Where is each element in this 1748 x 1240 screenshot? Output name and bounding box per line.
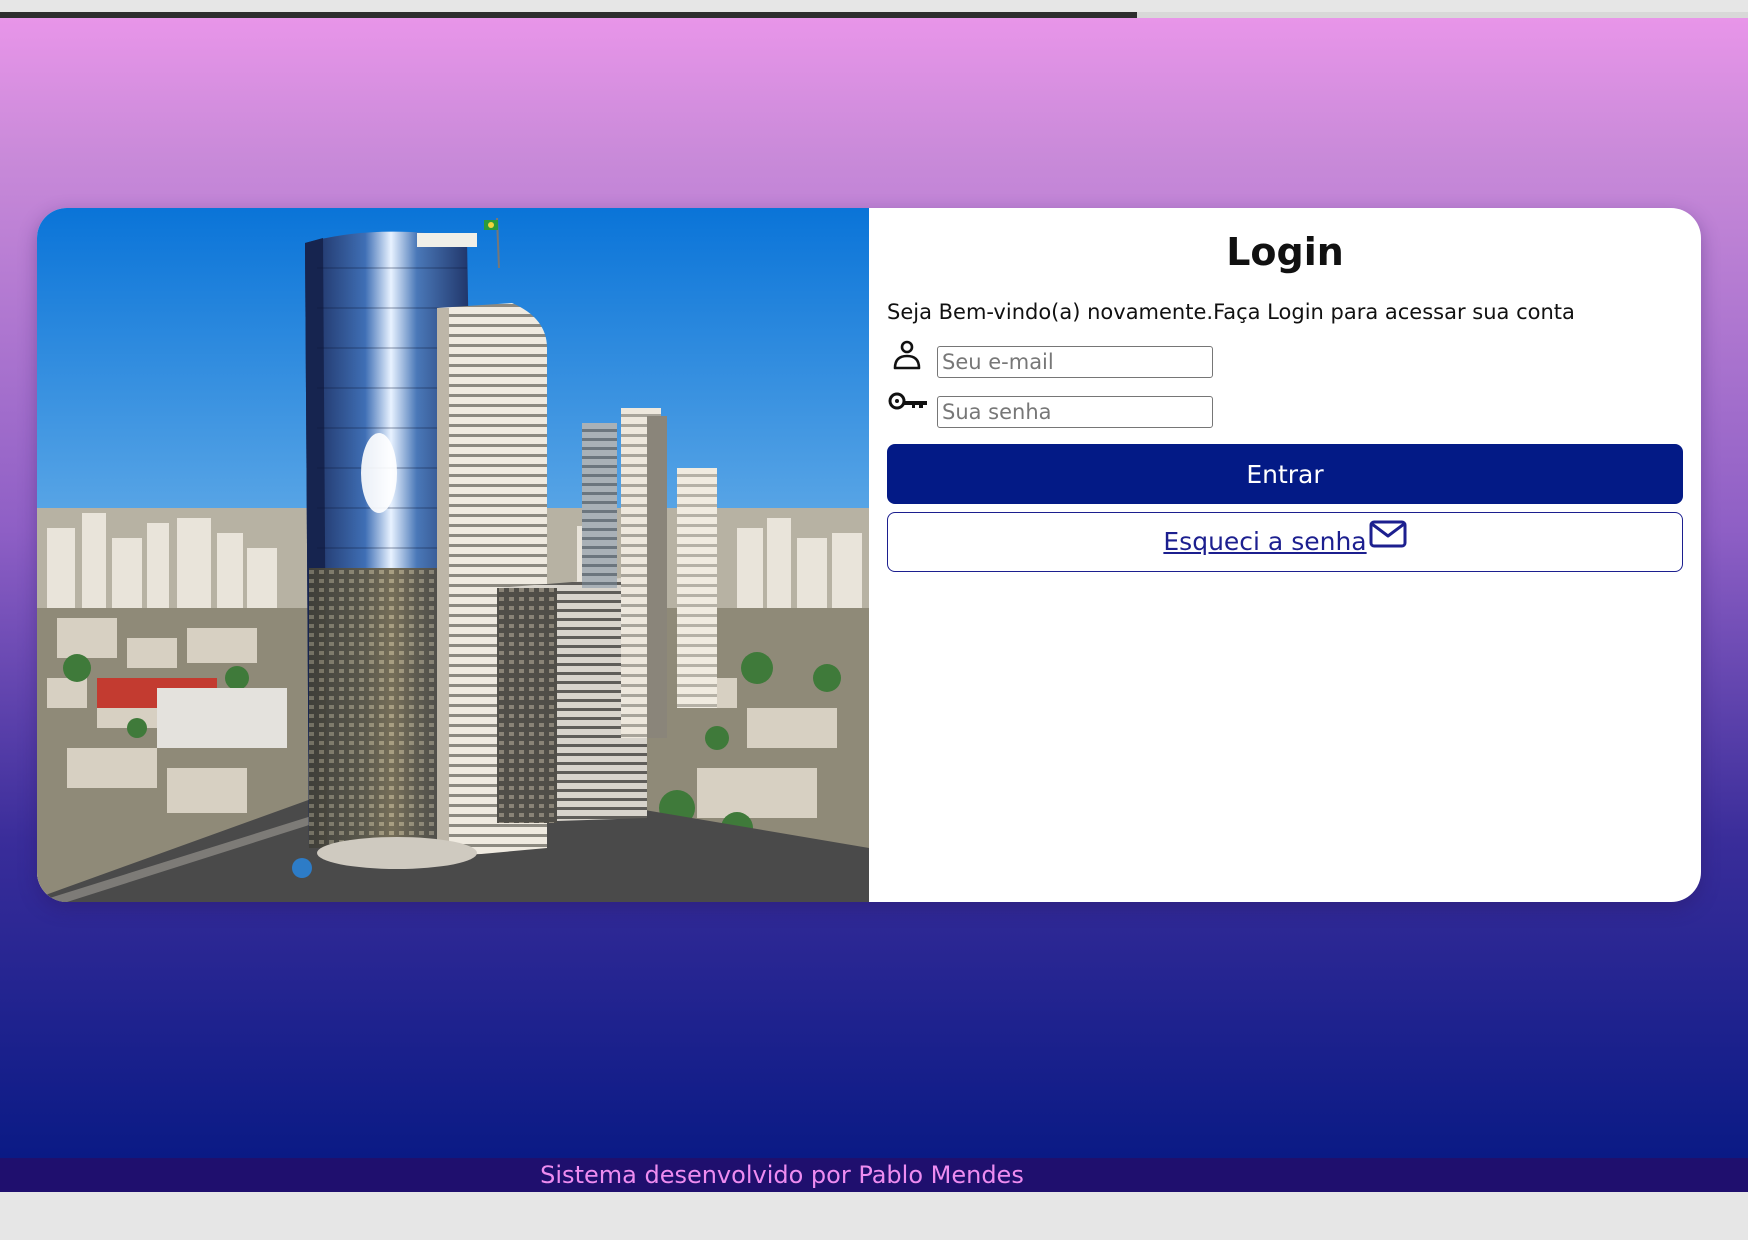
page-background: Login Seja Bem-vindo(a) novamente.Faça L…	[0, 18, 1748, 1158]
browser-top-bar	[0, 0, 1748, 18]
login-title: Login	[1226, 230, 1344, 274]
footer-credit: Sistema desenvolvido por Pablo Mendes	[540, 1161, 1024, 1189]
password-input[interactable]	[937, 396, 1213, 428]
email-row	[887, 338, 1227, 378]
user-icon	[887, 338, 931, 374]
page-bottom-area	[0, 1192, 1748, 1240]
login-submit-button[interactable]: Entrar	[887, 444, 1683, 504]
login-card: Login Seja Bem-vindo(a) novamente.Faça L…	[37, 208, 1701, 902]
forgot-password-button[interactable]: Esqueci a senha	[887, 512, 1683, 572]
forgot-password-link[interactable]: Esqueci a senha	[1163, 527, 1366, 556]
welcome-message: Seja Bem-vindo(a) novamente.Faça Login p…	[887, 300, 1575, 324]
footer: Sistema desenvolvido por Pablo Mendes	[0, 1158, 1748, 1192]
key-icon	[887, 388, 931, 424]
city-skyline-image	[37, 208, 869, 902]
login-form-panel: Login Seja Bem-vindo(a) novamente.Faça L…	[869, 208, 1701, 902]
password-row	[887, 388, 1227, 428]
mail-icon	[1369, 519, 1407, 553]
email-input[interactable]	[937, 346, 1213, 378]
